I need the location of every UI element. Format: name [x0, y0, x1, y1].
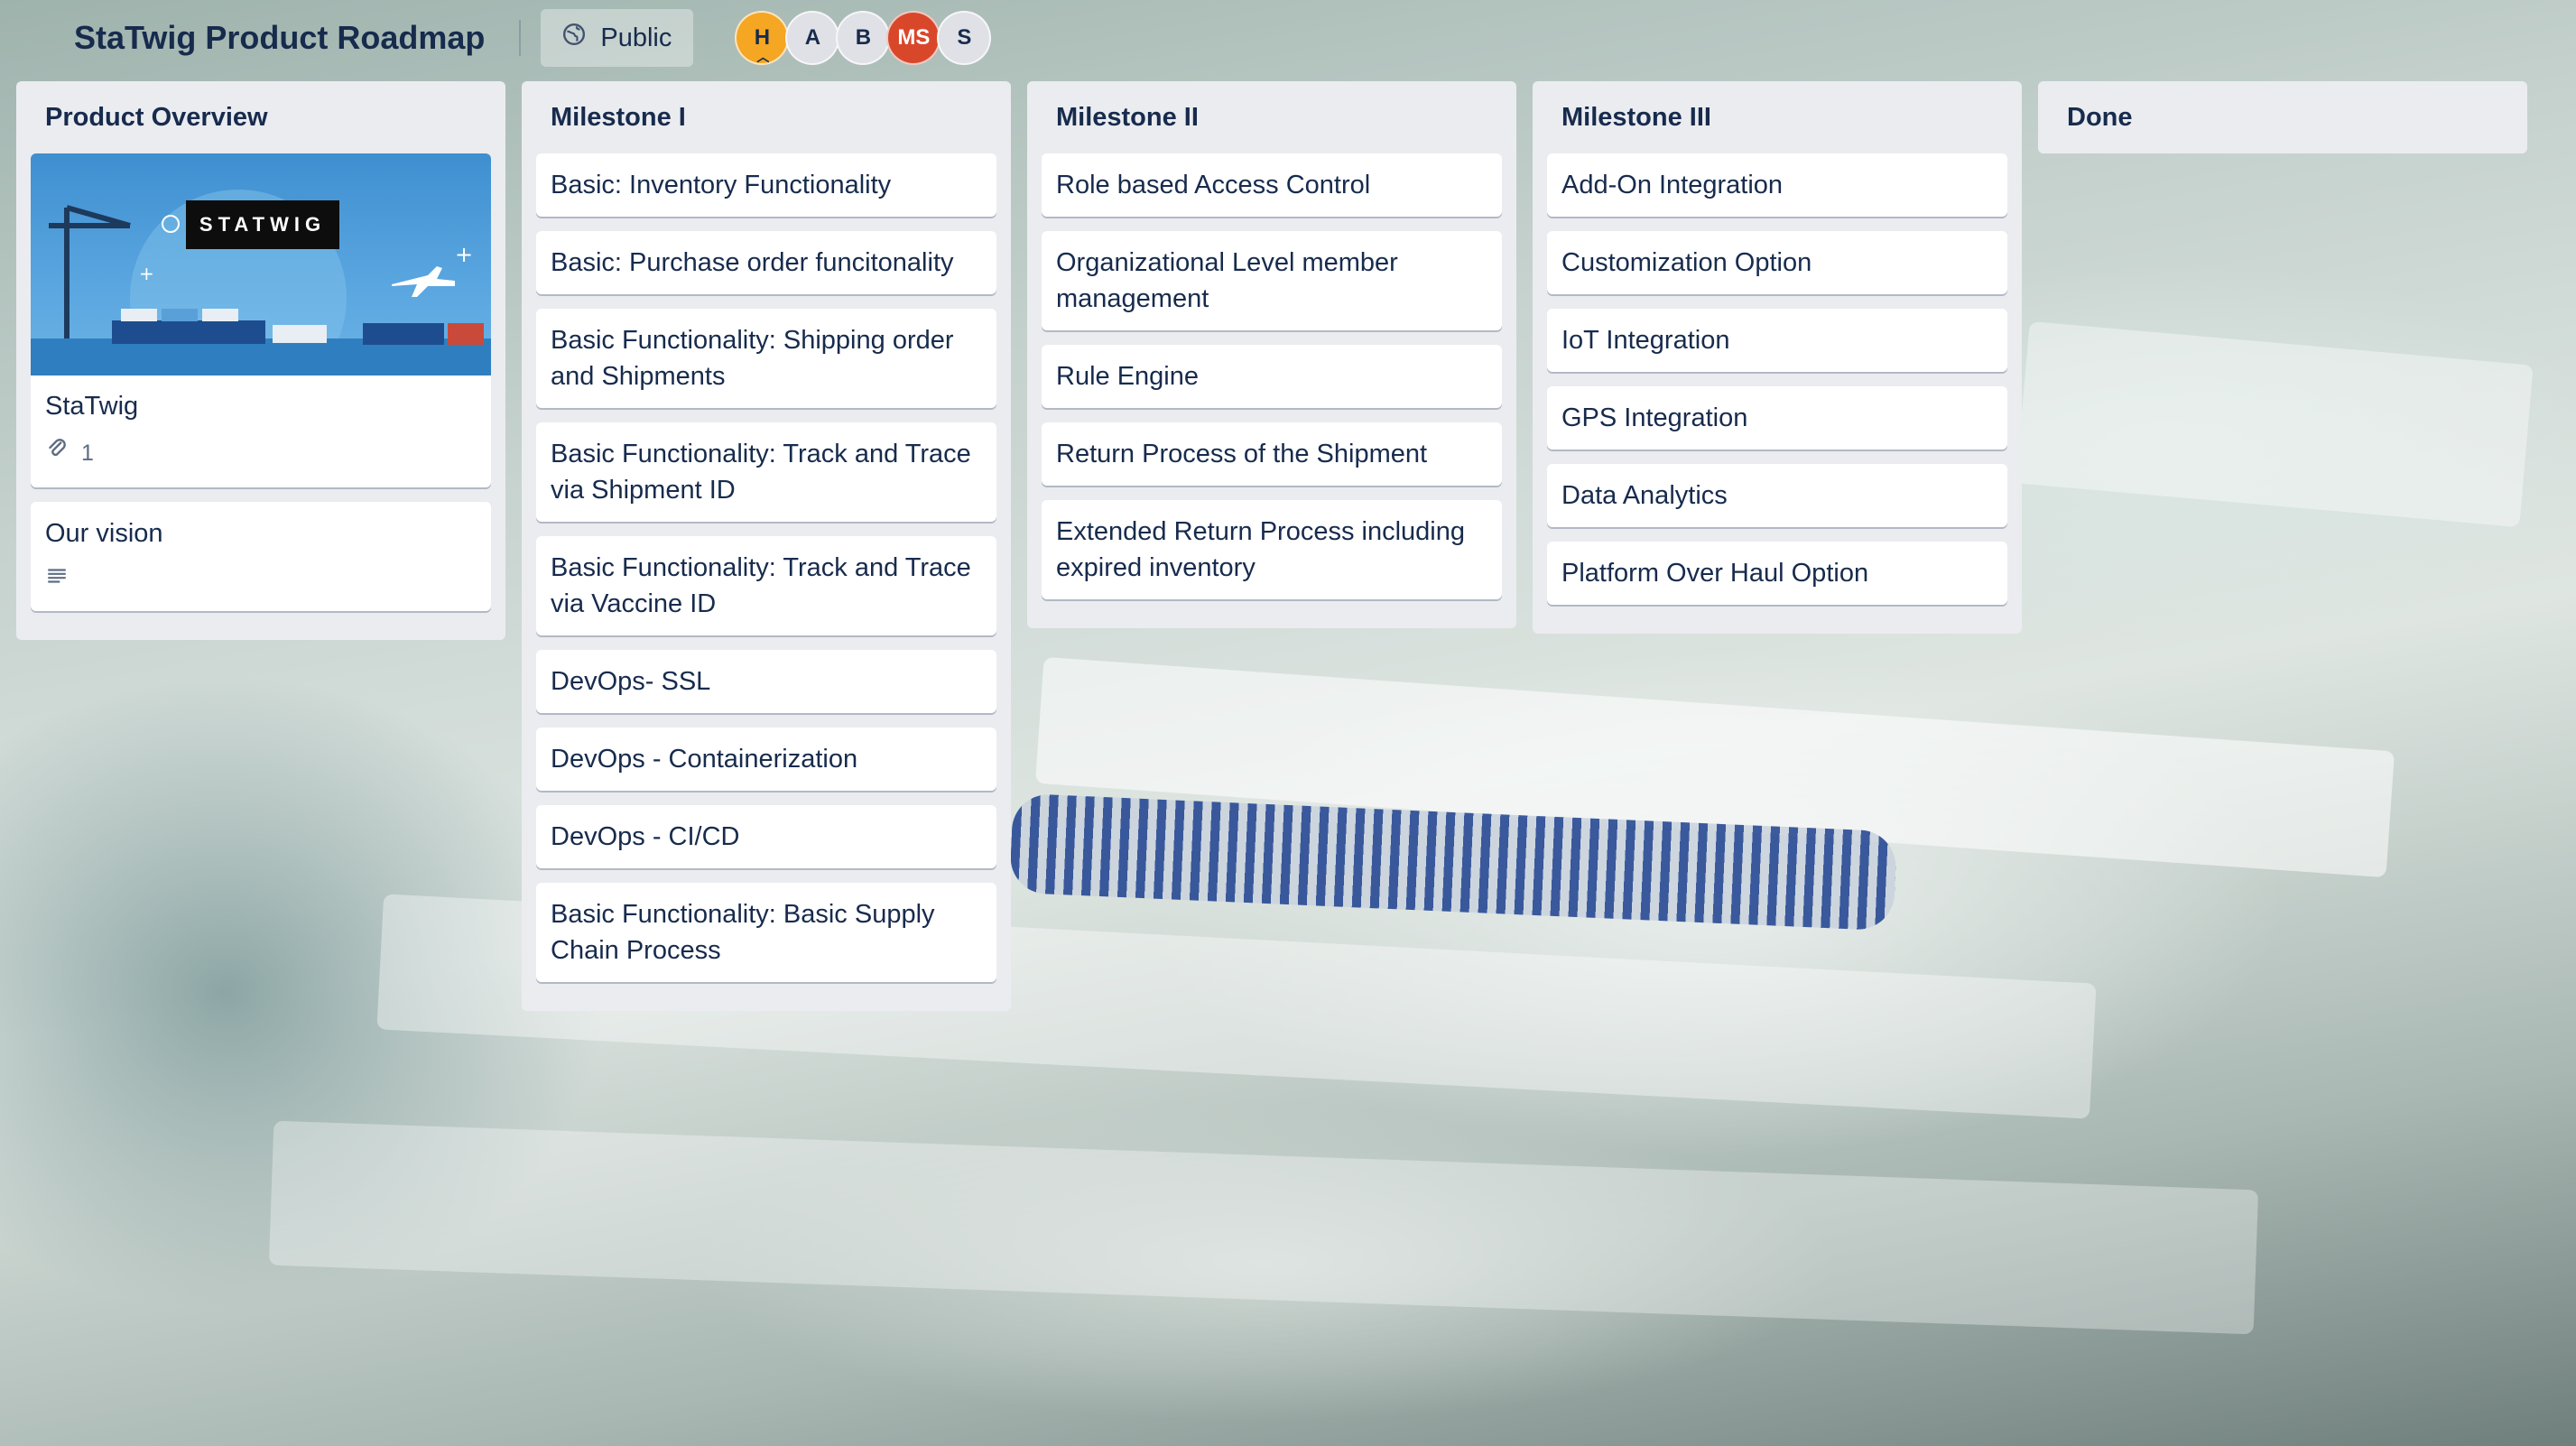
svg-text:+: +	[139, 263, 154, 284]
card[interactable]: IoT Integration	[1547, 309, 2007, 372]
attachment-badge: 1	[45, 435, 477, 471]
paperclip-icon	[45, 435, 69, 471]
visibility-label: Public	[600, 23, 672, 52]
card-our-vision[interactable]: Our vision	[31, 502, 491, 611]
card[interactable]: Data Analytics	[1547, 464, 2007, 527]
card[interactable]: Customization Option	[1547, 231, 2007, 294]
card[interactable]: Rule Engine	[1042, 345, 1502, 408]
card-title: StaTwig	[45, 392, 139, 421]
card[interactable]: Basic Functionality: Shipping order and …	[536, 309, 996, 408]
avatar[interactable]: MS	[886, 11, 941, 65]
avatar[interactable]: B	[836, 11, 891, 65]
list-title[interactable]: Milestone I	[536, 81, 996, 153]
description-badge	[45, 562, 477, 598]
list-done: Done	[2038, 81, 2527, 153]
card-title: Our vision	[45, 519, 163, 548]
chevron-up-icon: ︿	[756, 50, 770, 64]
svg-text:+: +	[455, 242, 473, 267]
list-milestone-1: Milestone I Basic: Inventory Functionali…	[522, 81, 1011, 1011]
statwig-logo: STATWIG	[186, 200, 339, 249]
card[interactable]: DevOps - CI/CD	[536, 805, 996, 868]
board-header: StaTwig Product Roadmap Public H ︿ A B M…	[0, 0, 2576, 76]
card[interactable]: Basic Functionality: Track and Trace via…	[536, 422, 996, 522]
list-title[interactable]: Milestone II	[1042, 81, 1502, 153]
card[interactable]: DevOps - Containerization	[536, 728, 996, 791]
avatar[interactable]: S	[937, 11, 992, 65]
member-avatars: H ︿ A B MS S	[735, 11, 992, 65]
globe-icon	[562, 23, 586, 53]
card[interactable]: Basic: Purchase order funcitonality	[536, 231, 996, 294]
list-title[interactable]: Product Overview	[31, 81, 491, 153]
card[interactable]: Platform Over Haul Option	[1547, 542, 2007, 605]
list-milestone-2: Milestone II Role based Access Control O…	[1027, 81, 1516, 628]
attachment-count: 1	[81, 440, 94, 466]
card[interactable]: Add-On Integration	[1547, 153, 2007, 217]
avatar[interactable]: H ︿	[735, 11, 790, 65]
list-title[interactable]: Done	[2052, 81, 2513, 153]
visibility-button[interactable]: Public	[541, 9, 694, 67]
description-icon	[45, 562, 69, 598]
card[interactable]: Organizational Level member management	[1042, 231, 1502, 330]
card[interactable]: Basic Functionality: Track and Trace via…	[536, 536, 996, 635]
card[interactable]: Role based Access Control	[1042, 153, 1502, 217]
board-title[interactable]: StaTwig Product Roadmap	[74, 19, 485, 57]
card-statwig[interactable]: + + STATWIG StaTwig 1	[31, 153, 491, 487]
list-title[interactable]: Milestone III	[1547, 81, 2007, 153]
avatar[interactable]: A	[785, 11, 840, 65]
card[interactable]: GPS Integration	[1547, 386, 2007, 450]
card[interactable]: Basic Functionality: Basic Supply Chain …	[536, 883, 996, 982]
card[interactable]: Return Process of the Shipment	[1042, 422, 1502, 486]
card[interactable]: Extended Return Process including expire…	[1042, 500, 1502, 599]
card[interactable]: DevOps- SSL	[536, 650, 996, 713]
list-product-overview: Product Overview + + STATWIG StaTwig 1 O…	[16, 81, 505, 640]
card[interactable]: Basic: Inventory Functionality	[536, 153, 996, 217]
header-divider	[519, 20, 522, 56]
list-milestone-3: Milestone III Add-On Integration Customi…	[1533, 81, 2022, 634]
card-cover-image: + + STATWIG	[31, 153, 491, 375]
